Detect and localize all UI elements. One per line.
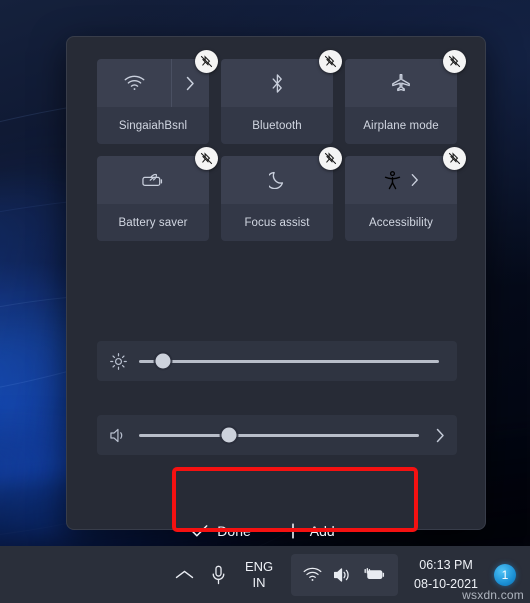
volume-slider-row[interactable] — [97, 415, 457, 455]
brightness-thumb[interactable] — [155, 353, 171, 369]
unpin-icon[interactable] — [443, 50, 466, 73]
add-button[interactable]: Add — [285, 523, 335, 539]
tile-label: Airplane mode — [345, 107, 457, 144]
unpin-icon[interactable] — [195, 147, 218, 170]
wifi-icon[interactable] — [97, 75, 171, 91]
chevron-up-icon[interactable] — [167, 555, 201, 595]
volume-track-wrap[interactable] — [139, 415, 423, 455]
quick-setting-tile-airplane-mode[interactable]: Airplane mode — [345, 50, 466, 144]
watermark-text: wsxdn.com — [462, 588, 524, 602]
notification-count: 1 — [501, 567, 509, 582]
notification-badge[interactable]: 1 — [494, 563, 516, 586]
system-tray-group[interactable] — [291, 553, 399, 596]
tile-top-accessibility[interactable] — [345, 156, 457, 204]
brightness-icon — [97, 352, 139, 370]
battery-charging-icon[interactable] — [364, 567, 386, 582]
volume-icon[interactable] — [333, 567, 353, 583]
quick-settings-panel: SingaiahBsnl Bluetooth Airplane mode Bat… — [66, 36, 486, 539]
tile-label: Accessibility — [345, 204, 457, 241]
tile-top-focus-assist[interactable] — [221, 156, 333, 204]
clock-time: 06:13 PM — [419, 558, 473, 573]
check-icon — [191, 524, 208, 538]
moon-icon[interactable] — [221, 171, 333, 189]
tile-top-airplane-mode[interactable] — [345, 59, 457, 107]
tile-label: Bluetooth — [221, 107, 333, 144]
unpin-icon[interactable] — [443, 147, 466, 170]
airplane-icon[interactable] — [345, 73, 457, 93]
quick-setting-tile-wifi[interactable]: SingaiahBsnl — [97, 50, 218, 144]
chevron-right-icon[interactable] — [423, 428, 457, 443]
language-indicator[interactable]: ENG IN — [237, 554, 281, 596]
quick-settings-tile-grid: SingaiahBsnl Bluetooth Airplane mode Bat… — [97, 50, 466, 241]
bluetooth-icon[interactable] — [221, 73, 333, 93]
brightness-track-wrap[interactable] — [139, 341, 443, 381]
volume-thumb[interactable] — [221, 427, 237, 443]
taskbar: ENG IN 06:13 PM 08-10-2021 1 wsxdn.com — [0, 546, 530, 603]
tile-top-wifi[interactable] — [97, 59, 209, 107]
language-line-2: IN — [252, 574, 266, 590]
tile-label: Battery saver — [97, 204, 209, 241]
microphone-icon[interactable] — [201, 555, 235, 595]
done-button[interactable]: Done — [191, 523, 251, 539]
wifi-icon[interactable] — [303, 567, 322, 582]
plus-icon — [285, 523, 301, 539]
unpin-icon[interactable] — [319, 50, 342, 73]
volume-icon — [97, 427, 139, 444]
quick-setting-tile-accessibility[interactable]: Accessibility — [345, 147, 466, 241]
brightness-track[interactable] — [139, 353, 439, 369]
chevron-right-icon[interactable] — [411, 173, 419, 187]
tile-top-battery-saver[interactable] — [97, 156, 209, 204]
quick-setting-tile-bluetooth[interactable]: Bluetooth — [221, 50, 342, 144]
tile-label: SingaiahBsnl — [97, 107, 209, 144]
tile-top-bluetooth[interactable] — [221, 59, 333, 107]
add-button-label: Add — [309, 523, 335, 539]
unpin-icon[interactable] — [195, 50, 218, 73]
language-line-1: ENG — [244, 558, 274, 574]
tile-label: Focus assist — [221, 204, 333, 241]
battery-saver-icon[interactable] — [97, 173, 209, 188]
brightness-slider-row[interactable] — [97, 341, 457, 381]
quick-setting-tile-focus-assist[interactable]: Focus assist — [221, 147, 342, 241]
volume-track[interactable] — [139, 427, 419, 443]
done-button-label: Done — [217, 523, 251, 539]
accessibility-icon[interactable] — [384, 170, 401, 190]
unpin-icon[interactable] — [319, 147, 342, 170]
quick-setting-tile-battery-saver[interactable]: Battery saver — [97, 147, 218, 241]
